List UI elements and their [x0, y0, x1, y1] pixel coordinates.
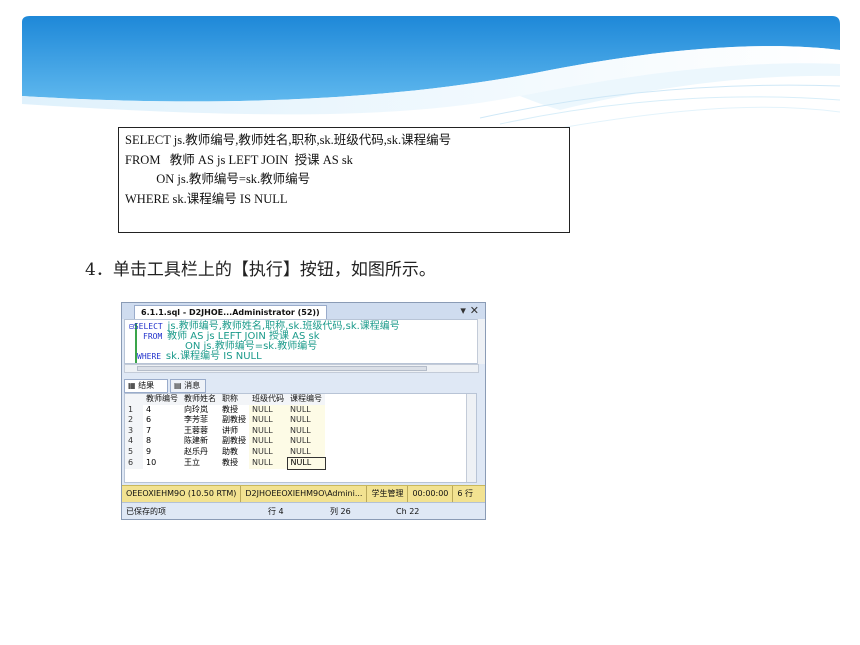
message-icon: ▤	[174, 381, 182, 390]
table-row[interactable]: 6 10 王立 教授 NULL NULL	[125, 457, 326, 470]
status-rows: 6 行	[457, 489, 474, 498]
column-header[interactable]: 教师编号	[143, 394, 181, 405]
status-user: D2JHOEEOXIEHM9O\Admini...	[241, 486, 368, 502]
header-row: 教师编号 教师姓名 职称 班级代码 课程编号	[125, 394, 325, 405]
tab-close-icon[interactable]: ▾ ✕	[460, 304, 479, 317]
editor-keyword: WHERE	[137, 352, 162, 361]
table-row[interactable]: 2 6 李芳菲 副教授 NULL NULL	[125, 415, 325, 426]
ssms-screenshot: 6.1.1.sql - D2JHOE...Administrator (52))…	[121, 302, 486, 520]
query-tab[interactable]: 6.1.1.sql - D2JHOE...Administrator (52))	[134, 305, 327, 319]
step-number: 4．	[85, 260, 113, 280]
grid-vertical-scrollbar[interactable]	[466, 394, 476, 482]
table-row[interactable]: 1 4 向玲岚 教授 NULL NULL	[125, 404, 325, 415]
status-database: 学生管理	[367, 486, 409, 502]
selected-cell[interactable]: NULL	[286, 457, 326, 470]
column-header[interactable]: 教师姓名	[181, 394, 219, 405]
table-row[interactable]: 3 7 王蓉蓉 讲师 NULL NULL	[125, 425, 325, 436]
column-header[interactable]: 班级代码	[249, 394, 287, 405]
table-row[interactable]: 5 9 赵乐丹 助教 NULL NULL	[125, 446, 325, 458]
app-status-bar: 已保存的项 行 4 列 26 Ch 22	[122, 502, 485, 519]
status-saved: 已保存的项	[126, 507, 166, 516]
column-header[interactable]: 课程编号	[287, 394, 325, 405]
tab-bar: 6.1.1.sql - D2JHOE...Administrator (52))…	[122, 303, 485, 319]
query-status-bar: OEEOXIEHM9O (10.50 RTM) D2JHOEEOXIEHM9O\A…	[122, 485, 485, 503]
sql-code-box: SELECT js.教师编号,教师姓名,职称,sk.班级代码,sk.课程编号 F…	[118, 127, 570, 233]
step-instruction: 4．单击工具栏上的【执行】按钮，如图所示。	[85, 255, 436, 280]
editor-vertical-scrollbar[interactable]	[477, 319, 485, 364]
tab-messages[interactable]: ▤ 消息	[170, 379, 206, 393]
query-editor[interactable]: ⊟SELECT js.教师编号,教师姓名,职称,sk.班级代码,sk.课程编号 …	[124, 319, 479, 364]
results-table: 教师编号 教师姓名 职称 班级代码 课程编号 1 4 向玲岚 教授 NULL N…	[125, 394, 326, 470]
status-elapsed: 00:00:00	[408, 486, 454, 502]
editor-keyword: FROM	[143, 332, 163, 341]
editor-text: sk.课程编号 IS NULL	[165, 351, 262, 362]
table-row[interactable]: 4 8 陈建新 副教授 NULL NULL	[125, 436, 325, 447]
sql-line: FROM 教师 AS js LEFT JOIN 授课 AS sk	[125, 152, 353, 167]
step-text: 单击工具栏上的【执行】按钮，如图所示。	[112, 260, 436, 280]
status-server: OEEOXIEHM9O (10.50 RTM)	[122, 486, 242, 502]
results-grid[interactable]: 教师编号 教师姓名 职称 班级代码 课程编号 1 4 向玲岚 教授 NULL N…	[124, 393, 477, 483]
header-wave-banner	[22, 16, 841, 129]
tab-results[interactable]: ▦ 结果	[124, 379, 168, 393]
column-header[interactable]: 职称	[219, 394, 249, 405]
editor-horizontal-scrollbar[interactable]	[124, 364, 479, 373]
sql-line: SELECT js.教师编号,教师姓名,职称,sk.班级代码,sk.课程编号	[125, 133, 452, 147]
sql-line: ON js.教师编号=sk.教师编号	[125, 172, 311, 186]
status-char: Ch 22	[396, 507, 420, 516]
editor-keyword: ⊟SELECT	[129, 322, 163, 331]
status-line: 行 4	[268, 507, 284, 516]
scroll-thumb[interactable]	[137, 366, 427, 371]
grid-icon: ▦	[128, 381, 136, 390]
sql-line: WHERE sk.课程编号 IS NULL	[125, 191, 288, 206]
status-column: 列 26	[330, 507, 351, 516]
